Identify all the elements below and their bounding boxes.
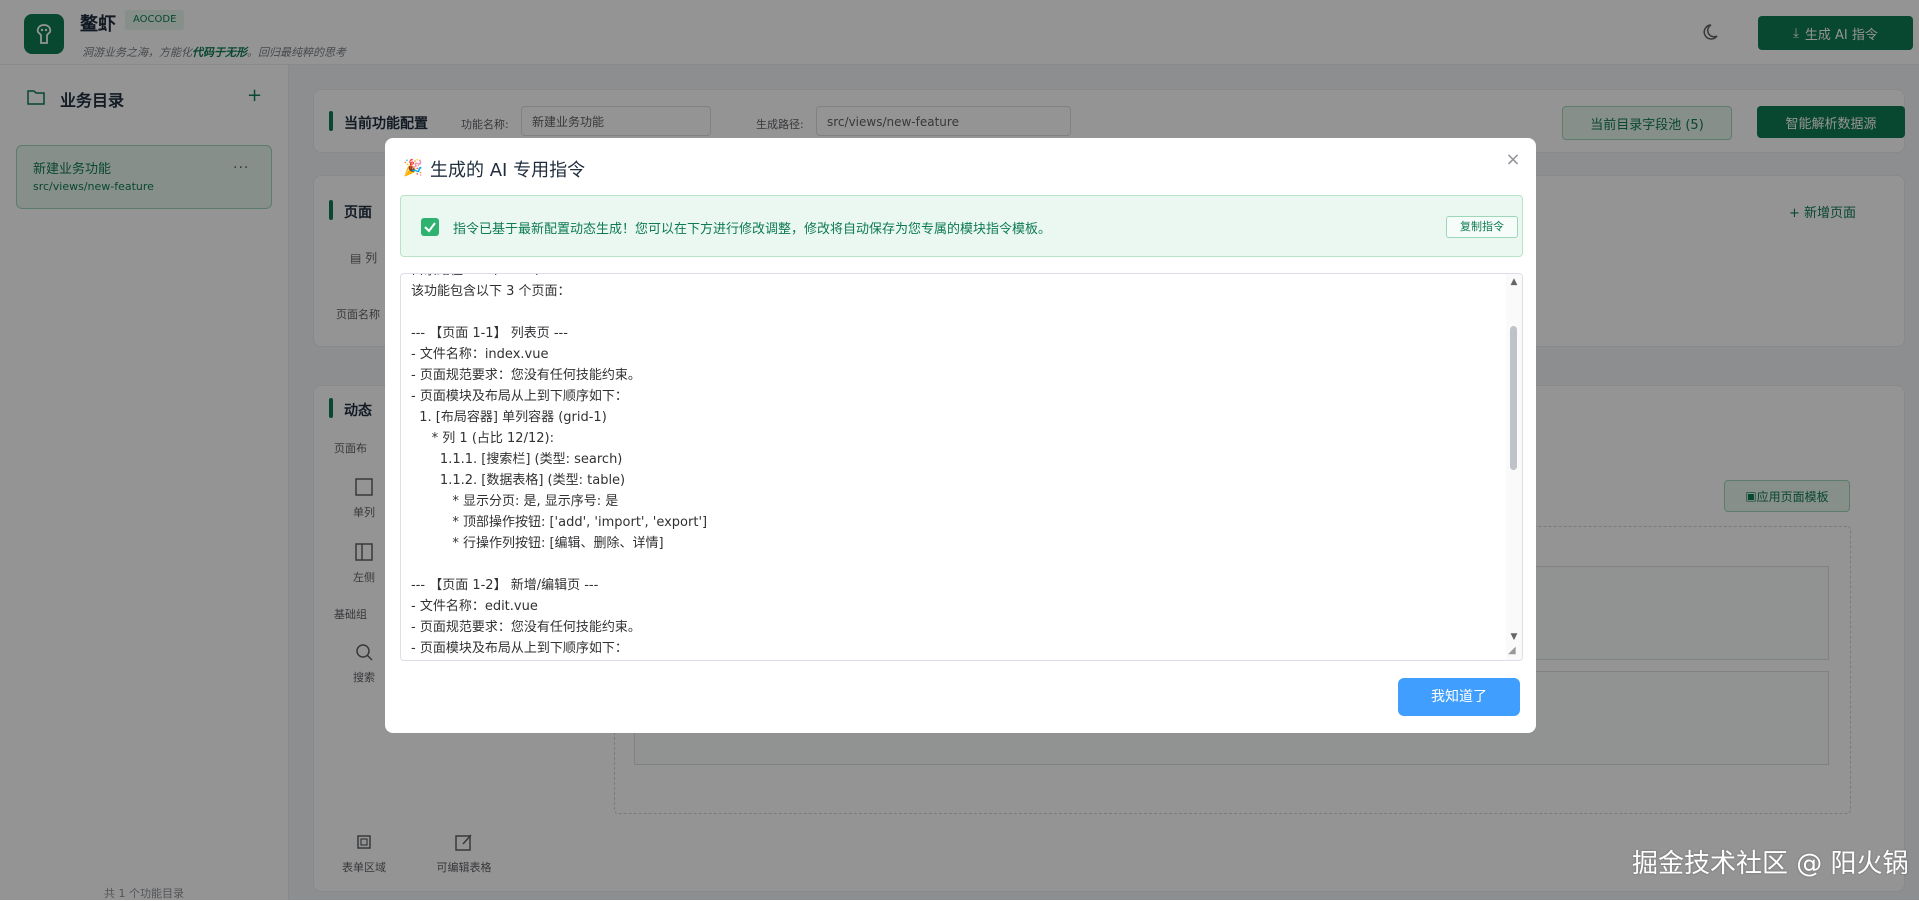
watermark: 掘金技术社区 @ 阳火锅: [1632, 849, 1909, 879]
instruction-line: 该功能包含以下 3 个页面：: [411, 284, 571, 299]
party-icon: 🎉: [403, 158, 423, 177]
instruction-line: * 列 1 (占比 12/12):: [411, 431, 554, 446]
scroll-up-icon[interactable]: ▲: [1508, 276, 1520, 288]
instruction-text: 目录路径：src/views/new-feature 该功能包含以下 3 个页面：…: [411, 274, 1491, 659]
success-alert: 指令已基于最新配置动态生成！您可以在下方进行修改调整，修改将自动保存为您专属的模…: [400, 195, 1523, 257]
instruction-line: [411, 302, 1491, 323]
instruction-line: - 文件名称：index.vue: [411, 347, 549, 362]
scrollbar-thumb[interactable]: [1510, 326, 1517, 470]
instruction-line: - 页面模块及布局从上到下顺序如下：: [411, 641, 628, 656]
close-icon[interactable]: ×: [1503, 150, 1523, 170]
alert-message: 指令已基于最新配置动态生成！您可以在下方进行修改调整，修改将自动保存为您专属的模…: [453, 222, 1052, 237]
instruction-line: 目录路径：src/views/new-feature: [411, 274, 1491, 281]
resize-handle-icon[interactable]: ◢: [1508, 645, 1520, 657]
instruction-line: - 页面规范要求：您没有任何技能约束。: [411, 368, 641, 383]
instruction-line: - 页面规范要求：您没有任何技能约束。: [411, 620, 641, 635]
dialog-title: 生成的 AI 专用指令: [430, 160, 586, 181]
scroll-down-icon[interactable]: ▼: [1508, 631, 1520, 643]
check-icon: [421, 218, 439, 236]
instruction-textarea[interactable]: 目录路径：src/views/new-feature 该功能包含以下 3 个页面：…: [400, 273, 1523, 661]
instruction-line: 1.1.1. [搜索栏] (类型: search): [411, 452, 623, 467]
instruction-line: - 文件名称：edit.vue: [411, 599, 538, 614]
instruction-line: --- 【页面 1-2】 新增/编辑页 ---: [411, 578, 599, 593]
copy-instruction-button[interactable]: 复制指令: [1446, 216, 1518, 238]
instruction-line: 1. [布局容器] 单列容器 (grid-1): [411, 410, 607, 425]
instruction-line: - 页面模块及布局从上到下顺序如下：: [411, 389, 628, 404]
instruction-line: * 显示分页: 是, 显示序号: 是: [411, 494, 619, 509]
instruction-line: [411, 554, 1491, 575]
ai-instruction-dialog: 🎉 生成的 AI 专用指令 × 指令已基于最新配置动态生成！您可以在下方进行修改…: [385, 138, 1536, 733]
instruction-line: --- 【页面 1-1】 列表页 ---: [411, 326, 568, 341]
instruction-line: * 行操作列按钮: [编辑、删除、详情]: [411, 536, 664, 551]
ok-button[interactable]: 我知道了: [1398, 678, 1520, 716]
instruction-line: 1.1.2. [数据表格] (类型: table): [411, 473, 626, 488]
instruction-line: * 顶部操作按钮: ['add', 'import', 'export']: [411, 515, 708, 530]
scrollbar[interactable]: ▲ ▼: [1506, 274, 1522, 660]
